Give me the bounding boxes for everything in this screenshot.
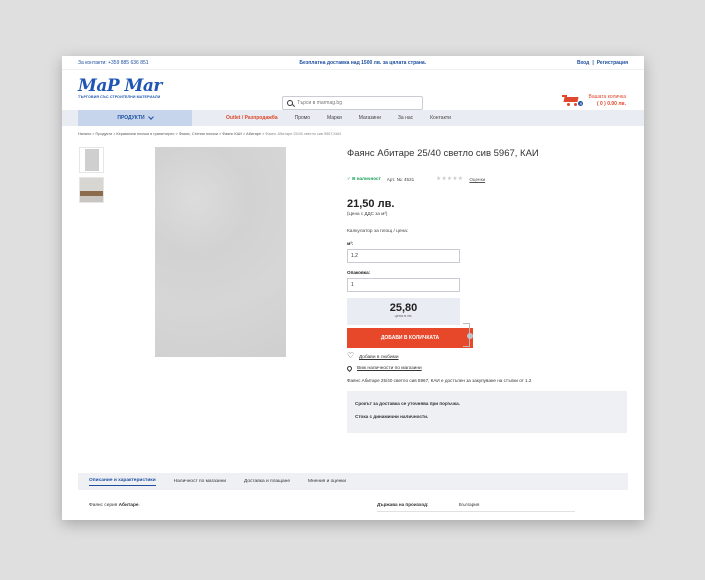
- products-label: ПРОДУКТИ: [117, 115, 145, 121]
- tab-description[interactable]: Описание и характеристики: [89, 478, 156, 486]
- breadcrumb: Начало > Продукти > Керамични плочки и г…: [62, 126, 644, 140]
- total-price-value: 25,80: [389, 302, 418, 314]
- link-icon[interactable]: [467, 333, 473, 339]
- products-menu-button[interactable]: ПРОДУКТИ: [78, 110, 192, 126]
- dynamic-stock-note: Стока с динамични наличности.: [355, 414, 429, 419]
- separator: |: [592, 59, 594, 66]
- tab-reviews[interactable]: Мнения и оценки: [308, 479, 346, 484]
- thumbnail-room[interactable]: [79, 177, 104, 203]
- area-label: м²:: [347, 241, 354, 246]
- link-fields-toggle[interactable]: [463, 323, 473, 347]
- nav-item-promo[interactable]: Промо: [295, 115, 310, 121]
- delivery-info-box: Срокът за доставка се уточнява при поръч…: [347, 391, 627, 433]
- series-prefix: Фаянс серия: [89, 503, 119, 508]
- area-input[interactable]: 1.2: [347, 249, 460, 263]
- series-text: Фаянс серия Абитаре.: [89, 503, 140, 508]
- logo-text: MaP Mar: [78, 76, 162, 96]
- nav-item-brands[interactable]: Марки: [327, 115, 342, 121]
- total-price-box: 25,80 цена в лв.: [347, 298, 460, 325]
- logo-subtitle: ТЪРГОВИЯ СЪС СТРОИТЕЛНИ МАТЕРИАЛИ: [78, 95, 161, 99]
- favorites-action[interactable]: Добави в любими: [347, 351, 627, 360]
- product-info: Фаянс Абитаре 25/40 светло сив 5967, КАИ…: [345, 148, 627, 433]
- package-input[interactable]: 1: [347, 278, 460, 292]
- register-link[interactable]: Регистрация: [597, 60, 628, 66]
- stores-availability-link[interactable]: Виж наличности по магазини: [357, 366, 422, 371]
- delivery-note: Срокът за доставка се уточнява при поръч…: [355, 401, 460, 406]
- nav-item-contacts[interactable]: Контакти: [430, 115, 451, 121]
- cart-total: ( 0 ) 0.00 лв.: [596, 101, 626, 107]
- heart-icon: [347, 351, 354, 360]
- top-bar: За контакти: +359 885 636 851 Безплатна …: [62, 56, 644, 70]
- search-input[interactable]: [297, 100, 417, 106]
- short-description: Фаянс Абитаре 25/40 светло сив 5967, КАИ…: [347, 378, 532, 383]
- spec-row: Държава на произход: България: [377, 502, 575, 512]
- product-title: Фаянс Абитаре 25/40 светло сив 5967, КАИ: [347, 148, 539, 159]
- stores-availability-action[interactable]: Виж наличности по магазини: [345, 364, 627, 373]
- free-delivery-banner: Безплатна доставка над 1500 лв. за цялат…: [299, 59, 427, 66]
- breadcrumb-current: Фаянс Абитаре 25/40 светло сив 5967,КАИ: [265, 132, 341, 136]
- cart-icon[interactable]: ✕: [562, 95, 584, 107]
- login-link[interactable]: Вход: [577, 60, 589, 66]
- tab-delivery-payment[interactable]: Доставка и плащане: [244, 479, 290, 484]
- main-nav: ПРОДУКТИ Outlet / Разпродажба Промо Марк…: [62, 110, 644, 126]
- calculator-label: Калкулатор за площ / цена:: [347, 229, 409, 234]
- spec-value: България: [459, 502, 480, 507]
- series-suffix: .: [138, 503, 140, 508]
- site-header: MaP Mar ТЪРГОВИЯ СЪС СТРОИТЕЛНИ МАТЕРИАЛ…: [62, 70, 644, 110]
- package-label: Опаковка:: [347, 270, 371, 275]
- rating-stars[interactable]: ★★★★★: [436, 176, 463, 182]
- thumbnail-list: [79, 147, 104, 207]
- tab-store-availability[interactable]: Наличност по магазини: [174, 479, 226, 484]
- page-frame: За контакти: +359 885 636 851 Безплатна …: [62, 56, 644, 520]
- nav-item-outlet[interactable]: Outlet / Разпродажба: [226, 115, 278, 121]
- vat-note: (Цена с ДДС за м²): [347, 211, 388, 216]
- search-icon[interactable]: [287, 100, 293, 106]
- breadcrumb-path[interactable]: Начало > Продукти > Керамични плочки и г…: [78, 132, 265, 136]
- product-tabs: Описание и характеристики Наличност по м…: [78, 473, 628, 490]
- article-number: Арт. №: 4531: [386, 176, 415, 182]
- spec-key: Държава на произход:: [377, 502, 429, 507]
- reviews-link[interactable]: Оценки: [469, 177, 485, 182]
- cart-label[interactable]: Вашата количка: [588, 94, 626, 101]
- contacts-text: За контакти: +359 885 636 851: [78, 59, 149, 66]
- location-pin-icon: [345, 364, 354, 373]
- chevron-down-icon: [147, 114, 154, 120]
- search-box[interactable]: [282, 96, 423, 110]
- favorites-link[interactable]: Добави в любими: [359, 355, 399, 360]
- availability-badge: ✓ В наличност: [347, 176, 381, 181]
- product-price: 21,50 лв.: [347, 198, 395, 210]
- total-price-unit: цена в лв.: [394, 314, 413, 318]
- thumbnail-tile[interactable]: [79, 147, 104, 173]
- site-logo[interactable]: MaP Mar ТЪРГОВИЯ СЪС СТРОИТЕЛНИ МАТЕРИАЛ…: [78, 77, 178, 103]
- product-image[interactable]: [155, 147, 286, 357]
- cart-widget[interactable]: ✕ Вашата количка ( 0 ) 0.00 лв.: [562, 94, 626, 108]
- add-to-cart-button[interactable]: ДОБАВИ В КОЛИЧКАТА: [347, 328, 473, 348]
- nav-item-about[interactable]: За нас: [398, 115, 413, 121]
- series-name: Абитаре: [118, 503, 139, 508]
- nav-item-stores[interactable]: Магазини: [359, 115, 381, 121]
